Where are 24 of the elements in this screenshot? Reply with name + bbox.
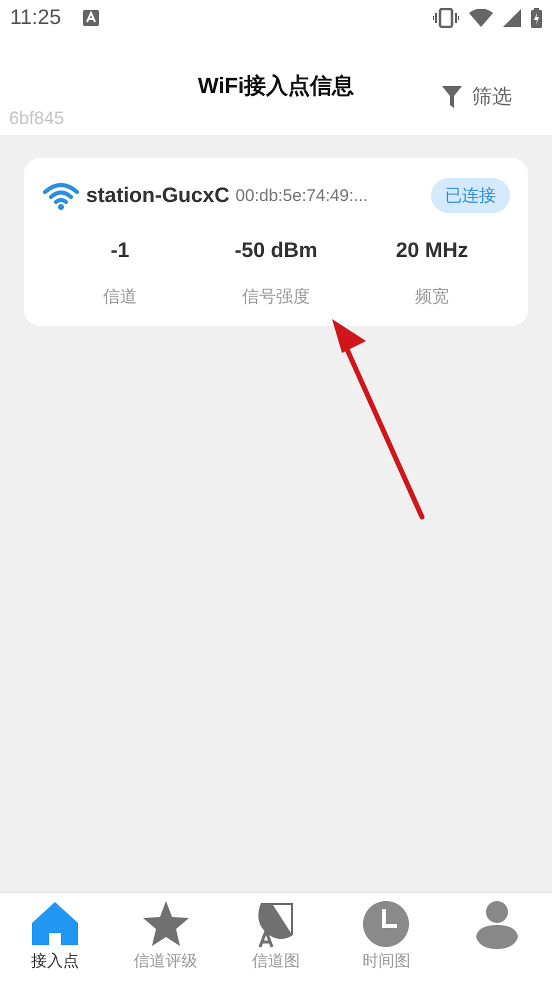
vibrate-icon (433, 8, 459, 28)
wifi-icon (42, 182, 80, 210)
nav-tab[interactable]: 接入点 (0, 893, 110, 981)
stat-label: 信号强度 (242, 286, 310, 308)
stat-label: 信道 (103, 286, 137, 308)
battery-icon (531, 8, 542, 28)
access-point-card[interactable]: station-GucxC 00:db:5e:74:49:... 已连接 -1 信道 -50 dBm 信号强度 20 MHz 频宽 (24, 158, 528, 326)
clock-time: 11:25 (10, 6, 61, 30)
build-id: 6bf845 (9, 108, 64, 129)
filter-icon (442, 86, 462, 108)
network-name: station-GucxC (86, 184, 230, 208)
stat-value: -1 (110, 239, 130, 263)
notification-icon (83, 10, 99, 26)
stat-label: 频宽 (415, 286, 449, 308)
clock-icon (361, 899, 412, 949)
page-title: WiFi接入点信息 (198, 72, 354, 100)
wifi-icon (469, 9, 493, 27)
stat-value: 20 MHz (396, 239, 468, 263)
filter-button[interactable]: 筛选 (442, 83, 512, 110)
signal-icon (503, 9, 521, 27)
star-icon (140, 899, 191, 949)
mac-address: 00:db:5e:74:49:... (236, 186, 369, 206)
status-badge: 已连接 (431, 178, 510, 213)
stat-value: -50 dBm (234, 239, 318, 263)
